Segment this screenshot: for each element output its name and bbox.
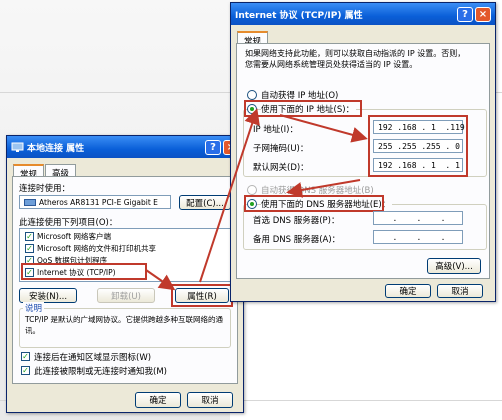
close-icon[interactable]: × — [475, 6, 491, 22]
gateway-label: 默认网关(D)： — [253, 163, 309, 173]
description-label: 说明 — [23, 302, 45, 314]
notify-checkbox[interactable]: ✓ — [21, 366, 30, 375]
preferred-dns-field[interactable]: . . . — [373, 211, 463, 225]
list-item[interactable]: ✓ Microsoft 网络的文件和打印机共享 — [25, 243, 156, 254]
install-button[interactable]: 安装(N)... — [19, 288, 77, 303]
tcpip-dialog-title: Internet 协议 (TCP/IP) 属性 — [235, 10, 363, 21]
subnet-mask-label: 子网掩码(U)： — [253, 144, 309, 154]
alternate-dns-label: 备用 DNS 服务器(A)： — [253, 235, 341, 245]
help-icon[interactable]: ? — [457, 6, 473, 22]
item-label: Microsoft 网络的文件和打印机共享 — [37, 244, 157, 253]
tcpip-dialog-titlebar: Internet 协议 (TCP/IP) 属性 ? × — [231, 3, 495, 25]
auto-dns-radio[interactable] — [247, 185, 257, 195]
network-icon — [11, 142, 24, 153]
adapter-field: Atheros AR8131 PCI-E Gigabit E — [19, 195, 171, 209]
ip-fields-highlight — [368, 115, 468, 177]
auto-ip-radio[interactable] — [247, 90, 257, 100]
alternate-dns-field[interactable]: . . . — [373, 230, 463, 244]
notify-label: 此连接被限制或无连接时通知我(M) — [34, 367, 167, 377]
properties-button-highlight — [171, 284, 233, 307]
local-dialog-titlebar: 本地连接 属性 ? × — [7, 136, 243, 158]
help-icon[interactable]: ? — [205, 139, 221, 155]
intro-line-1: 如果网络支持此功能，则可以获取自动指派的 IP 设置。否则， — [245, 49, 466, 58]
show-icon-checkbox[interactable]: ✓ — [21, 352, 30, 361]
advanced-button[interactable]: 高级(V)... — [427, 258, 481, 274]
list-item[interactable]: ✓ Microsoft 网络客户端 — [25, 231, 111, 242]
local-cancel-button[interactable]: 取消 — [187, 392, 233, 408]
item-checkbox[interactable]: ✓ — [25, 232, 34, 241]
adapter-name: Atheros AR8131 PCI-E Gigabit E — [39, 197, 158, 207]
manual-dns-highlight — [244, 195, 384, 212]
show-icon-label: 连接后在通知区域显示图标(W) — [34, 353, 152, 363]
connect-using-label: 连接时使用： — [19, 184, 71, 194]
local-ok-button[interactable]: 确定 — [135, 392, 181, 408]
adapter-icon — [24, 198, 36, 206]
ip-address-label: IP 地址(I)： — [253, 125, 298, 135]
item-checkbox[interactable]: ✓ — [25, 244, 34, 253]
items-label: 此连接使用下列项目(O)： — [19, 218, 118, 228]
tcpip-ok-button[interactable]: 确定 — [385, 284, 431, 298]
local-dialog-title: 本地连接 属性 — [27, 143, 85, 154]
item-label: Microsoft 网络客户端 — [37, 232, 112, 241]
manual-ip-highlight — [244, 100, 362, 117]
tcpip-item-highlight — [21, 263, 147, 280]
description-text: TCP/IP 是默认的广域网协议。它提供跨越多种互联网络的通讯。 — [25, 315, 224, 335]
tcpip-dialog: Internet 协议 (TCP/IP) 属性 ? × 常规 如果网络支持此功能… — [230, 2, 496, 302]
uninstall-button[interactable]: 卸载(U) — [97, 288, 155, 303]
preferred-dns-label: 首选 DNS 服务器(P)： — [253, 216, 340, 226]
intro-line-2: 您需要从网络系统管理员处获得适当的 IP 设置。 — [245, 60, 418, 69]
configure-button[interactable]: 配置(C)... — [179, 195, 231, 210]
tcpip-cancel-button[interactable]: 取消 — [437, 284, 483, 298]
local-connection-dialog: 本地连接 属性 ? × 常规 高级 连接时使用： Atheros AR8131 … — [6, 135, 244, 413]
